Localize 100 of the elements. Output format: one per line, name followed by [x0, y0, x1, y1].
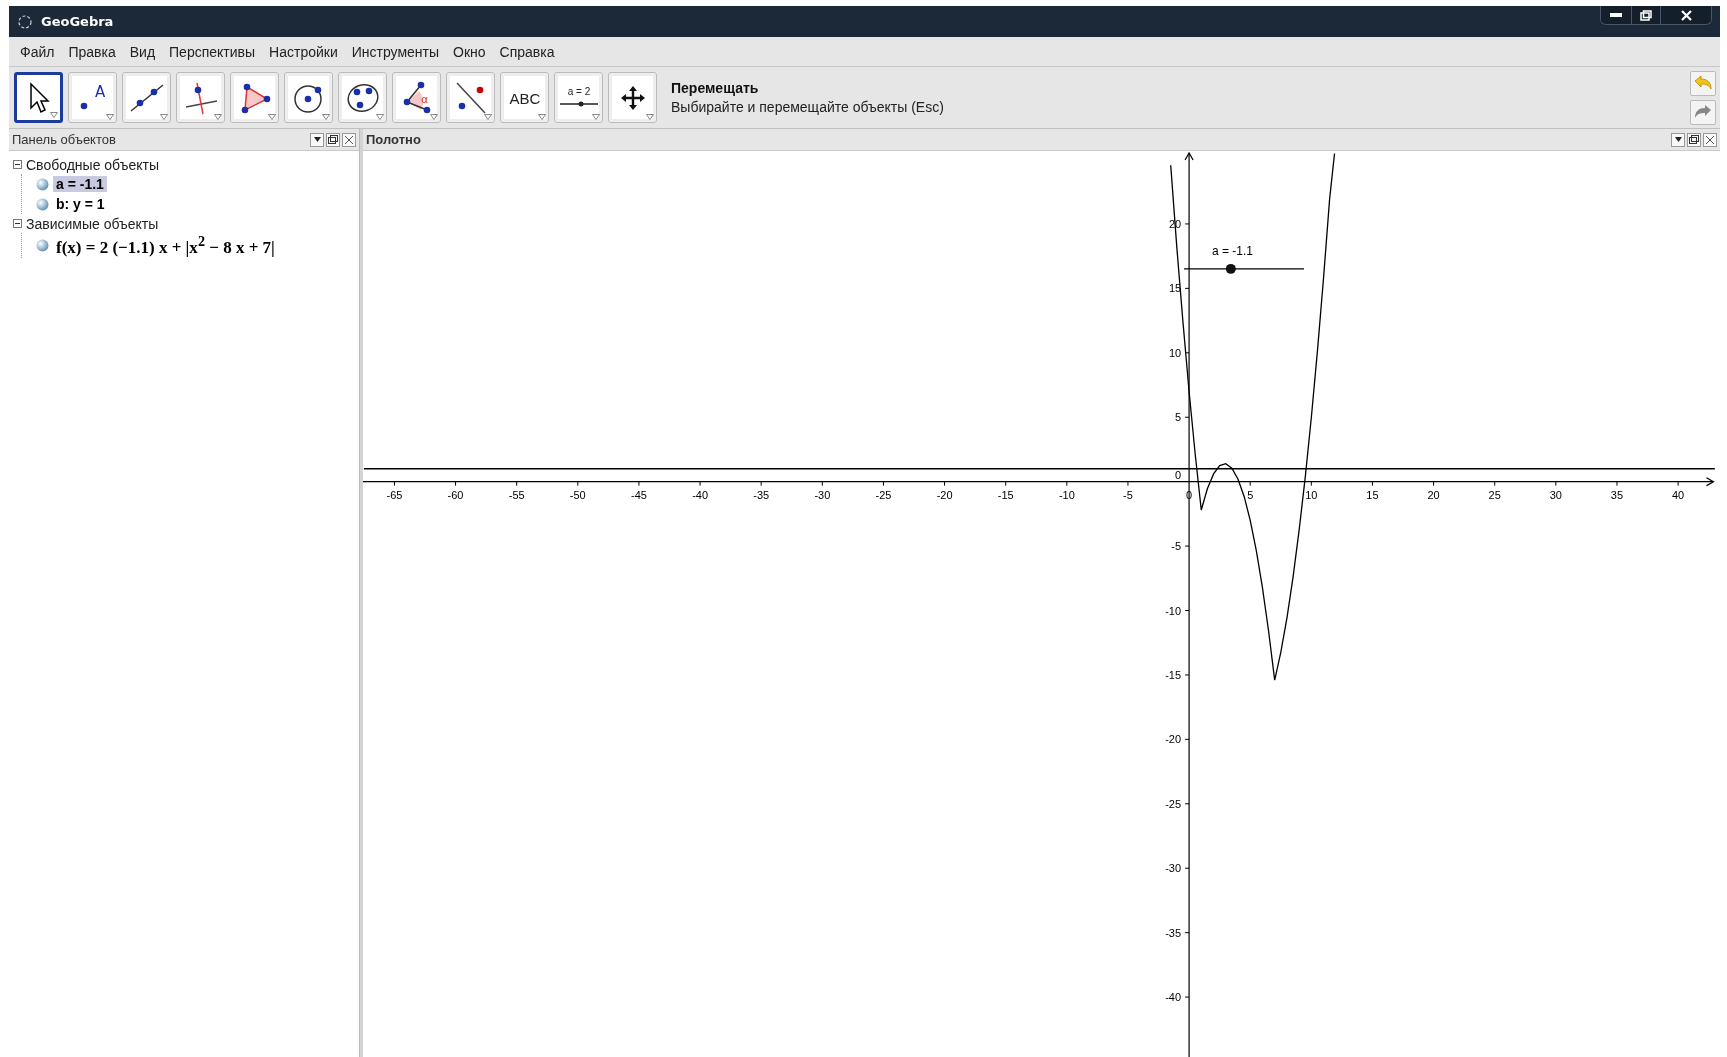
menu-item[interactable]: Настройки	[262, 43, 345, 60]
minimize-button[interactable]	[1601, 6, 1631, 24]
tick-label: -30	[1165, 862, 1182, 875]
object-ball-icon[interactable]	[36, 238, 49, 252]
close-icon	[1706, 135, 1714, 144]
tick-label: -45	[631, 488, 647, 501]
tick-label: -35	[1165, 926, 1182, 939]
tool-button[interactable]	[608, 72, 657, 123]
tick-label: -20	[936, 488, 953, 501]
undock-button[interactable]	[1687, 132, 1701, 147]
redo-arrow-icon	[1694, 104, 1712, 120]
menu-item[interactable]: Правка	[61, 43, 123, 60]
tool-button[interactable]	[176, 72, 225, 123]
redo-button[interactable]	[1690, 99, 1716, 125]
menu-item[interactable]: Файл	[13, 43, 62, 60]
maximize-button[interactable]	[1631, 6, 1660, 24]
undo-arrow-icon	[1694, 75, 1712, 91]
tick-label: -55	[508, 488, 525, 501]
collapse-icon[interactable]	[13, 160, 22, 169]
tool-button[interactable]: A	[68, 72, 117, 123]
tick-label: -50	[569, 488, 586, 501]
tool-button[interactable]: a = 2	[554, 72, 603, 123]
slider-track[interactable]	[1183, 263, 1305, 274]
tool-button[interactable]: ABC	[500, 72, 549, 123]
window-icon	[328, 135, 338, 144]
dropdown-triangle-icon	[106, 114, 114, 120]
menu-item[interactable]: Вид	[122, 43, 163, 60]
tick-label: -15	[997, 488, 1014, 501]
tool-button[interactable]	[14, 72, 63, 123]
tree-group-label[interactable]: Зависимые объекты	[26, 215, 159, 232]
dropdown-triangle-icon	[538, 114, 546, 120]
menu-item[interactable]: Инструменты	[344, 43, 447, 60]
tick-label: -25	[1165, 797, 1182, 810]
dropdown-triangle-icon	[430, 114, 438, 120]
tick-label: 15	[1366, 488, 1379, 501]
object-ball-icon[interactable]	[36, 197, 49, 211]
close-button[interactable]	[342, 132, 356, 147]
undock-button[interactable]	[326, 132, 340, 147]
dropdown-triangle-icon	[322, 114, 330, 120]
menu-item[interactable]: Перспективы	[162, 43, 263, 60]
object-ball-icon[interactable]	[36, 177, 49, 191]
tool-button[interactable]	[338, 72, 387, 123]
close-button[interactable]	[1703, 132, 1717, 147]
object-item[interactable]: f(x) = 2 (−1.1) x + |x$^{2}$ − 8 x + 7|	[53, 233, 278, 258]
tool-button[interactable]: α	[392, 72, 441, 123]
tool-button[interactable]	[122, 72, 171, 123]
dropdown-triangle-icon	[214, 114, 222, 120]
minimize-icon	[1610, 13, 1622, 17]
dropdown-triangle-icon	[592, 114, 600, 120]
tick-label: -60	[447, 488, 464, 501]
tick-label: -20	[1165, 733, 1182, 746]
tick-label: 20	[1427, 488, 1440, 501]
dropdown-triangle-icon	[646, 114, 654, 120]
slider-label: a = -1.1	[1212, 243, 1253, 258]
tick-label: -40	[692, 488, 708, 501]
tree-group-label[interactable]: Свободные объекты	[26, 156, 159, 173]
tick-label: 5	[1247, 488, 1254, 501]
menu-item[interactable]: Справка	[492, 43, 562, 60]
tick-label: 10	[1305, 488, 1318, 501]
tick-label: -10	[1165, 604, 1182, 617]
panel-menu-button[interactable]	[1671, 132, 1685, 147]
dropdown-triangle-icon	[484, 114, 492, 120]
collapse-icon[interactable]	[13, 219, 22, 228]
tick-label: 40	[1672, 488, 1685, 501]
text-tool-icon: ABC	[506, 86, 543, 109]
slider-thumb[interactable]	[1225, 263, 1236, 274]
tool-name: Перемещать	[671, 80, 760, 96]
close-icon	[345, 135, 353, 144]
tick-label: 30	[1549, 488, 1562, 501]
tool-button[interactable]	[284, 72, 333, 123]
tick-label: -5	[1123, 488, 1133, 501]
panel-title: Панель объектов	[12, 132, 117, 147]
triangle-down-icon	[1674, 137, 1682, 142]
tick-label: 35	[1610, 488, 1624, 501]
tool-button[interactable]	[230, 72, 279, 123]
window-title: GeoGebra	[41, 14, 115, 29]
panel-menu-button[interactable]	[310, 132, 324, 147]
tick-label: -40	[1165, 991, 1182, 1004]
dropdown-triangle-icon	[376, 114, 384, 120]
triangle-down-icon	[313, 137, 321, 142]
restore-icon	[1640, 9, 1652, 21]
object-item[interactable]: b: y = 1	[53, 196, 108, 212]
tick-label: -10	[1058, 488, 1075, 501]
tick-label: -30	[814, 488, 831, 501]
tick-label: -25	[875, 488, 892, 501]
tick-label: 10	[1168, 346, 1182, 359]
close-icon	[1680, 9, 1692, 21]
dropdown-triangle-icon	[268, 114, 276, 120]
dropdown-triangle-icon	[50, 112, 58, 118]
tick-label: 5	[1175, 411, 1182, 424]
tool-help: Выбирайте и перемещайте объекты (Esc)	[671, 99, 945, 115]
menu-item[interactable]: Окно	[446, 43, 493, 60]
tick-label: -65	[386, 488, 403, 501]
close-window-button[interactable]	[1660, 6, 1711, 24]
tick-label: -15	[1165, 668, 1182, 681]
tool-button[interactable]	[446, 72, 495, 123]
dropdown-triangle-icon	[160, 114, 168, 120]
window-icon	[1689, 135, 1699, 144]
app-logo-icon	[17, 13, 33, 30]
object-item[interactable]: a = -1.1	[53, 176, 107, 192]
